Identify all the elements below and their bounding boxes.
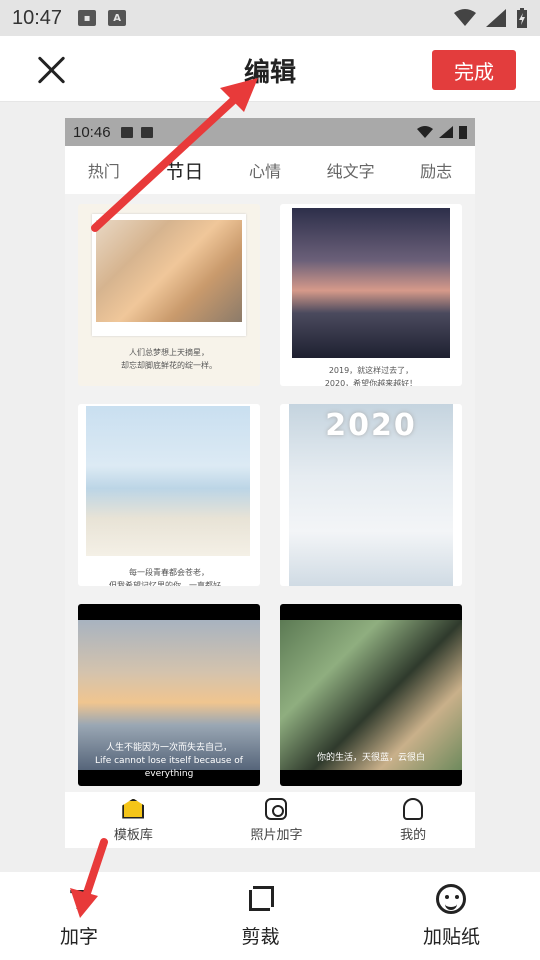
template-card: 人们总梦想上天摘星， 却忘却脚底鲜花的绽一样。 — [78, 204, 260, 386]
add-sticker-button[interactable]: 加贴纸 — [423, 872, 480, 960]
preview-nav-photo-text: 照片加字 — [250, 797, 303, 843]
image-preview[interactable]: 10:46 热门 节日 心情 纯文字 励志 人们总梦想上天摘星， 却忘却脚底鲜花… — [65, 118, 475, 848]
card-caption: 人生不能因为一次而失去自己， Life cannot lose itself b… — [95, 743, 243, 779]
preview-tab-festival: 节日 — [165, 160, 204, 183]
girl-outdoor-photo — [280, 620, 462, 770]
text-icon — [64, 884, 94, 916]
add-text-button[interactable]: 加字 — [60, 872, 98, 960]
preview-signal-icon — [439, 126, 453, 138]
card-caption: 人们总梦想上天摘星， 却忘却脚底鲜花的绽一样。 — [121, 348, 217, 370]
card-caption: 每一段青春都会苍老， 但我希望记忆里的你，一直都好。 — [109, 568, 229, 586]
preview-status-bar: 10:46 — [65, 118, 475, 146]
nav-label: 模板库 — [113, 827, 153, 843]
card-caption: 你的生活，天很蓝，云很白 — [316, 753, 425, 763]
battery-icon — [517, 8, 527, 28]
preview-image-icon — [120, 126, 133, 138]
status-time: 10:47 — [12, 6, 63, 29]
wifi-icon — [454, 9, 476, 26]
done-button[interactable]: 完成 — [432, 50, 516, 90]
preview-tab-pure-text: 纯文字 — [326, 162, 375, 181]
card-overlay-text: 2020 — [325, 408, 417, 443]
preview-battery-icon — [459, 126, 467, 139]
preview-template-grid: 人们总梦想上天摘星， 却忘却脚底鲜花的绽一样。 2019，就这样过去了， 202… — [65, 194, 475, 796]
goldfish-photo — [96, 220, 242, 322]
preview-bottom-nav: 模板库 照片加字 我的 — [65, 792, 475, 848]
sticker-icon — [436, 883, 467, 914]
add-text-label: 加字 — [60, 925, 99, 948]
system-status-bar: 10:47 ▪ A — [0, 0, 540, 36]
a-notification-icon: A — [108, 10, 127, 26]
crop-icon — [245, 884, 275, 914]
preview-a-icon — [140, 126, 153, 138]
card-caption: 2019，就这样过去了， 2020，希望你越来越好！ — [324, 366, 418, 386]
template-card: 你的生活，天很蓝，云很白 — [280, 604, 462, 786]
crop-button[interactable]: 剪裁 — [241, 872, 280, 960]
preview-tab-hot: 热门 — [87, 162, 120, 181]
camera-icon — [265, 797, 288, 820]
template-card: 2020 — [280, 404, 462, 586]
photo-frame — [92, 214, 246, 336]
edit-toolbar: 加字 剪裁 加贴纸 — [0, 872, 540, 960]
preview-category-tabs: 热门 节日 心情 纯文字 励志 — [65, 146, 475, 194]
nav-label: 照片加字 — [250, 827, 303, 843]
add-sticker-label: 加贴纸 — [422, 925, 480, 948]
preview-wifi-icon — [417, 126, 433, 138]
template-card: 人生不能因为一次而失去自己， Life cannot lose itself b… — [78, 604, 260, 786]
preview-status-time: 10:46 — [73, 123, 111, 141]
template-card: 2019，就这样过去了， 2020，希望你越来越好！ — [280, 204, 462, 386]
beach-girl-photo — [86, 406, 250, 556]
nav-label: 我的 — [400, 827, 427, 843]
preview-nav-template-library: 模板库 — [114, 798, 153, 843]
crop-label: 剪裁 — [241, 925, 280, 948]
preview-tab-motivation: 励志 — [420, 162, 453, 181]
home-icon — [122, 798, 145, 819]
profile-icon — [403, 797, 424, 820]
preview-nav-mine: 我的 — [400, 797, 427, 843]
top-toolbar: 编辑 完成 — [0, 36, 540, 102]
signal-icon — [486, 9, 506, 27]
preview-tab-mood: 心情 — [248, 162, 281, 181]
sunset-silhouette-photo — [292, 208, 450, 358]
image-notification-icon: ▪ — [78, 10, 97, 26]
template-card: 每一段青春都会苍老， 但我希望记忆里的你，一直都好。 — [78, 404, 260, 586]
